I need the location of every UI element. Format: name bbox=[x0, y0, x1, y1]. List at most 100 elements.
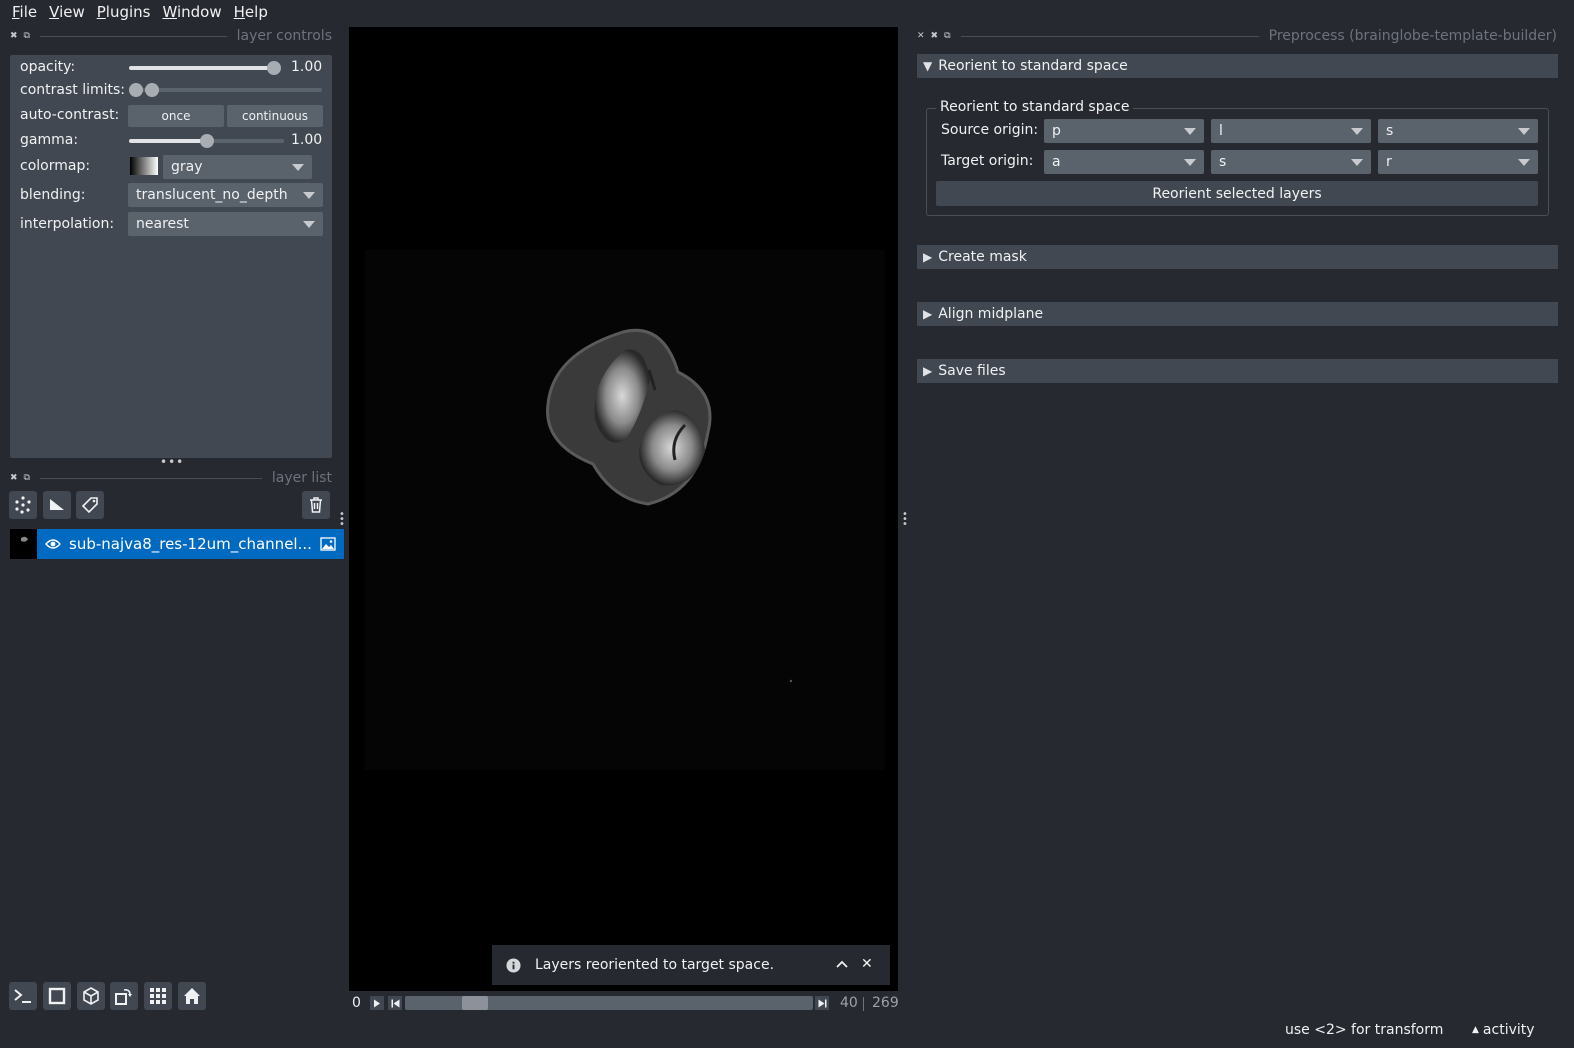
terminal-icon bbox=[14, 989, 31, 1003]
menubar: File View Plugins Window Help bbox=[0, 0, 1574, 24]
float-icon[interactable]: ✖ bbox=[10, 473, 18, 483]
dims-slider-handle[interactable] bbox=[462, 996, 489, 1010]
dims-total-frames: 269 bbox=[872, 995, 899, 1011]
float-icon[interactable]: ✖ bbox=[10, 31, 18, 41]
dims-start-label: 0 bbox=[352, 995, 361, 1011]
target-origin-dropdown-3[interactable]: r bbox=[1378, 150, 1538, 174]
dims-current-frame[interactable]: 40 bbox=[840, 995, 858, 1011]
menu-plugins[interactable]: Plugins bbox=[91, 3, 157, 21]
expand-notification-icon[interactable] bbox=[836, 957, 848, 973]
rotate-icon bbox=[115, 989, 132, 1005]
notification-toast: Layers reoriented to target space. ✕ bbox=[492, 945, 890, 985]
label-tag-icon bbox=[81, 497, 98, 514]
opacity-slider-handle[interactable] bbox=[267, 61, 281, 75]
gamma-slider-handle[interactable] bbox=[199, 134, 214, 148]
interpolation-value: nearest bbox=[136, 216, 189, 232]
close-notification-icon[interactable]: ✕ bbox=[861, 956, 873, 972]
source-origin-dropdown-3[interactable]: s bbox=[1378, 119, 1538, 143]
menu-window[interactable]: Window bbox=[156, 3, 227, 21]
toggle-ndisplay-button[interactable] bbox=[43, 982, 71, 1010]
layer-thumbnail bbox=[10, 529, 37, 559]
new-labels-layer-button[interactable] bbox=[76, 491, 104, 519]
target-origin-label: Target origin: bbox=[941, 153, 1034, 169]
step-back-button[interactable] bbox=[388, 996, 402, 1010]
chevron-down-icon bbox=[1351, 159, 1363, 166]
dims-slider-row: 0 40 269 bbox=[349, 993, 899, 1015]
chevron-down-icon bbox=[1518, 128, 1530, 135]
undock-icon[interactable]: ⧉ bbox=[944, 31, 950, 41]
float-icon[interactable]: ✖ bbox=[931, 31, 939, 41]
undock-icon[interactable]: ⧉ bbox=[24, 473, 30, 483]
console-button[interactable] bbox=[9, 982, 37, 1010]
transpose-button[interactable] bbox=[110, 982, 138, 1010]
image-layer-icon bbox=[320, 537, 336, 551]
layer-controls-titlebar: ✖ ⧉ layer controls bbox=[10, 27, 332, 45]
target-origin-dropdown-1[interactable]: a bbox=[1044, 150, 1204, 174]
blending-value: translucent_no_depth bbox=[136, 187, 288, 203]
brain-slice-image bbox=[546, 328, 793, 683]
eye-icon[interactable] bbox=[45, 538, 61, 550]
menu-help[interactable]: Help bbox=[228, 3, 274, 21]
reset-view-button[interactable] bbox=[178, 982, 206, 1010]
layer-list-title: layer list bbox=[271, 470, 332, 486]
opacity-value: 1.00 bbox=[291, 59, 323, 75]
new-points-layer-button[interactable] bbox=[9, 491, 37, 519]
layer-name: sub-najva8_res-12um_channel... bbox=[69, 535, 312, 553]
gamma-label: gamma: bbox=[20, 132, 79, 148]
auto-contrast-once-button[interactable]: once bbox=[128, 105, 224, 127]
chevron-down-icon bbox=[292, 164, 304, 171]
target-origin-value-2: s bbox=[1219, 154, 1227, 170]
opacity-slider[interactable] bbox=[129, 66, 279, 70]
dock-resize-handle[interactable]: ••• bbox=[160, 455, 184, 469]
skip-back-icon bbox=[391, 999, 399, 1007]
contrast-min-handle[interactable] bbox=[129, 83, 143, 97]
step-forward-button[interactable] bbox=[815, 996, 829, 1010]
layer-list-titlebar: ✖ ⧉ layer list bbox=[10, 469, 332, 487]
source-origin-dropdown-2[interactable]: l bbox=[1211, 119, 1371, 143]
dims-slider-track[interactable] bbox=[405, 996, 813, 1010]
menu-view[interactable]: View bbox=[43, 3, 91, 21]
trash-icon bbox=[310, 497, 322, 513]
play-button[interactable] bbox=[370, 996, 384, 1010]
menu-file[interactable]: File bbox=[6, 3, 43, 21]
right-splitter-handle[interactable]: • • • bbox=[902, 510, 908, 530]
delete-layer-button[interactable] bbox=[302, 491, 330, 519]
plugin-dock-title: Preprocess (brainglobe-template-builder) bbox=[1268, 28, 1557, 44]
blending-label: blending: bbox=[20, 187, 86, 203]
roll-dimensions-button[interactable] bbox=[77, 982, 105, 1010]
source-origin-dropdown-1[interactable]: p bbox=[1044, 119, 1204, 143]
grid-view-button[interactable] bbox=[144, 982, 172, 1010]
colormap-preview bbox=[130, 157, 158, 175]
contrast-max-handle[interactable] bbox=[145, 83, 159, 97]
target-origin-value-1: a bbox=[1052, 154, 1061, 170]
colormap-dropdown[interactable]: gray bbox=[163, 155, 312, 179]
notification-message: Layers reoriented to target space. bbox=[535, 957, 775, 973]
auto-contrast-label: auto-contrast: bbox=[20, 107, 120, 123]
source-origin-label: Source origin: bbox=[941, 122, 1039, 138]
auto-contrast-continuous-button[interactable]: continuous bbox=[227, 105, 323, 127]
reorient-selected-layers-button[interactable]: Reorient selected layers bbox=[936, 181, 1538, 206]
left-splitter-handle[interactable]: • • • bbox=[339, 510, 345, 530]
interpolation-dropdown[interactable]: nearest bbox=[128, 212, 323, 236]
align-midplane-section-header[interactable]: ▶ Align midplane bbox=[917, 302, 1558, 326]
source-origin-value-1: p bbox=[1052, 123, 1061, 139]
close-icon[interactable]: ✕ bbox=[917, 31, 925, 41]
undock-icon[interactable]: ⧉ bbox=[24, 31, 30, 41]
reorient-section-header[interactable]: ▼ Reorient to standard space bbox=[917, 54, 1558, 78]
activity-label: activity bbox=[1482, 1022, 1535, 1038]
play-icon bbox=[374, 999, 380, 1007]
target-origin-dropdown-2[interactable]: s bbox=[1211, 150, 1371, 174]
source-origin-value-3: s bbox=[1386, 123, 1394, 139]
target-origin-value-3: r bbox=[1386, 154, 1392, 170]
save-files-section-header[interactable]: ▶ Save files bbox=[917, 359, 1558, 383]
triangle-down-icon: ▼ bbox=[923, 59, 933, 73]
create-mask-section-header[interactable]: ▶ Create mask bbox=[917, 245, 1558, 269]
chevron-down-icon bbox=[303, 221, 315, 228]
reorient-section-title: Reorient to standard space bbox=[938, 58, 1128, 74]
shapes-icon bbox=[50, 499, 64, 510]
skip-forward-icon bbox=[818, 999, 826, 1007]
layer-list-item[interactable]: sub-najva8_res-12um_channel... bbox=[10, 529, 344, 559]
blending-dropdown[interactable]: translucent_no_depth bbox=[128, 183, 323, 207]
new-shapes-layer-button[interactable] bbox=[43, 491, 71, 519]
activity-button[interactable]: ▲ activity bbox=[1472, 1022, 1535, 1038]
